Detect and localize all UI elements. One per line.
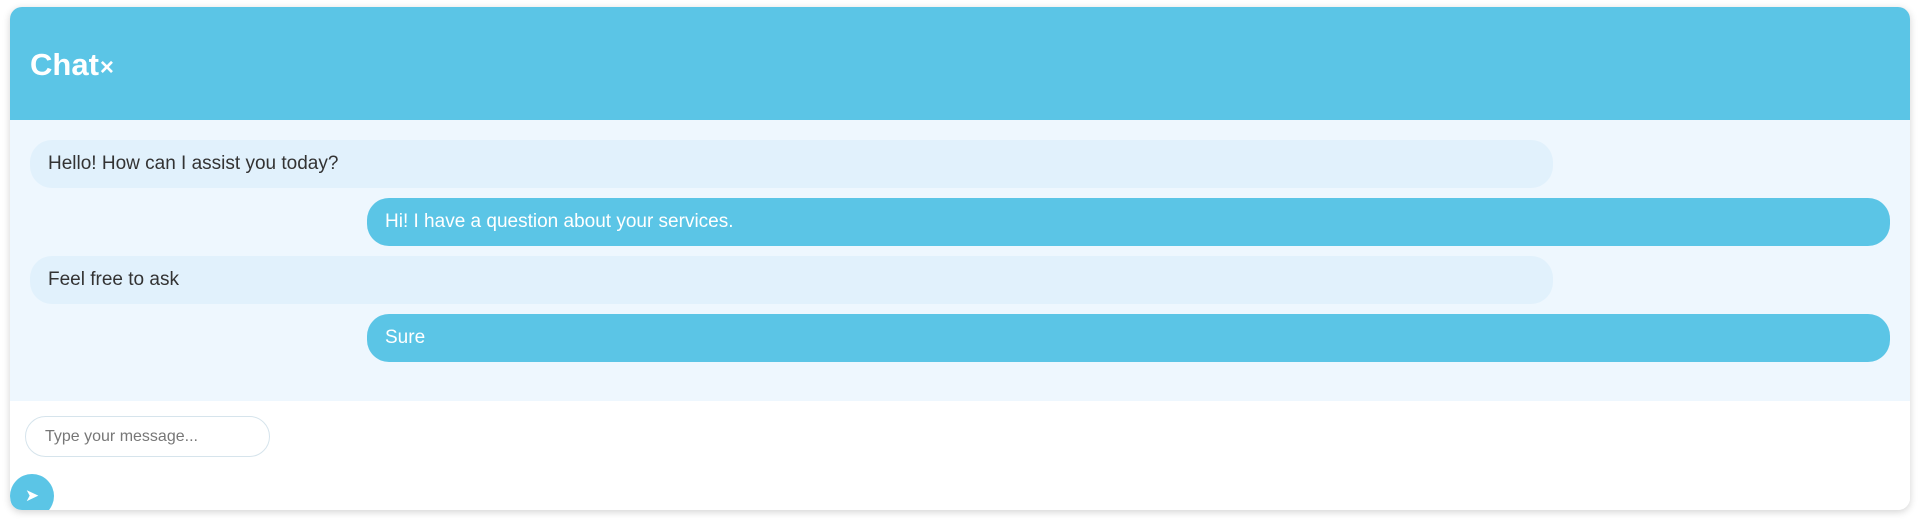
message-input[interactable] bbox=[25, 416, 270, 457]
close-icon[interactable]: × bbox=[100, 56, 114, 80]
chat-title-row: Chat × bbox=[30, 47, 114, 83]
chat-title: Chat bbox=[30, 47, 99, 82]
user-message: Sure bbox=[367, 314, 1890, 362]
bot-message: Hello! How can I assist you today? bbox=[30, 140, 1553, 188]
user-message: Hi! I have a question about your service… bbox=[367, 198, 1890, 246]
bot-message: Feel free to ask bbox=[30, 256, 1553, 304]
send-icon: ➤ bbox=[24, 486, 40, 505]
chat-header: Chat × bbox=[10, 7, 1910, 120]
send-button[interactable]: ➤ bbox=[10, 474, 54, 510]
message-list: Hello! How can I assist you today? Hi! I… bbox=[10, 120, 1910, 401]
composer: ➤ bbox=[10, 401, 1910, 510]
chat-window: Chat × Hello! How can I assist you today… bbox=[10, 7, 1910, 510]
